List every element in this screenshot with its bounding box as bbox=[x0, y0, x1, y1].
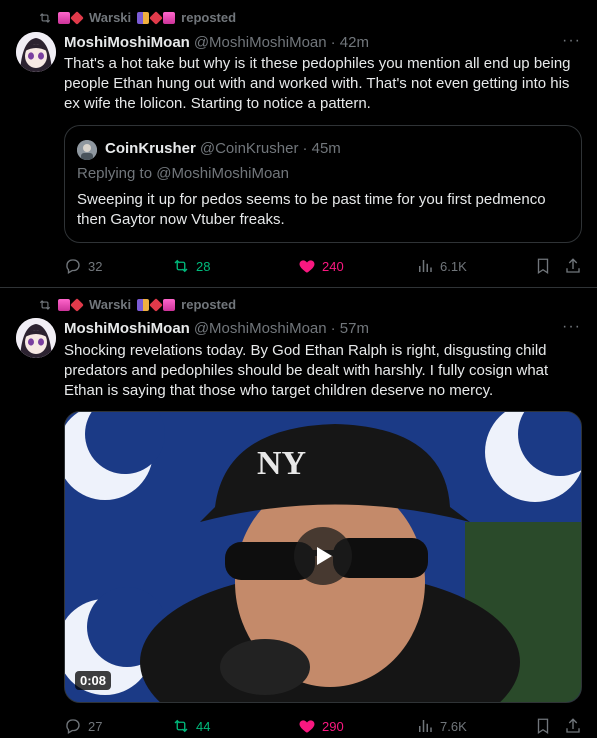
quoted-header: CoinKrusher @CoinKrusher · 45m bbox=[105, 140, 341, 157]
play-icon bbox=[317, 547, 332, 565]
bookmark-button[interactable] bbox=[534, 717, 552, 735]
bookmark-icon bbox=[537, 718, 549, 735]
repost-emoji-prefix bbox=[58, 10, 84, 25]
like-button[interactable]: 290 bbox=[298, 717, 344, 735]
like-count: 240 bbox=[322, 258, 344, 274]
share-button[interactable] bbox=[564, 257, 582, 275]
timestamp[interactable]: · 57m bbox=[331, 320, 369, 337]
reply-button[interactable]: 27 bbox=[64, 717, 102, 735]
retweet-icon bbox=[174, 719, 188, 733]
retweet-icon bbox=[174, 259, 188, 273]
reply-button[interactable]: 32 bbox=[64, 257, 102, 275]
avatar[interactable] bbox=[16, 32, 56, 72]
repost-emoji-suffix bbox=[137, 297, 176, 312]
bookmark-icon bbox=[537, 258, 549, 275]
avatar[interactable] bbox=[16, 318, 56, 358]
repost-name[interactable]: Warski bbox=[89, 297, 131, 312]
quoted-tweet[interactable]: CoinKrusher @CoinKrusher · 45m Replying … bbox=[64, 125, 582, 243]
bookmark-button[interactable] bbox=[534, 257, 552, 275]
repost-suffix: reposted bbox=[181, 10, 237, 25]
video-duration: 0:08 bbox=[75, 671, 112, 690]
tweet-header: MoshiMoshiMoan @MoshiMoshiMoan · 57m bbox=[64, 320, 369, 337]
timestamp[interactable]: · 42m bbox=[331, 34, 369, 51]
author-name[interactable]: MoshiMoshiMoan bbox=[64, 34, 190, 51]
quoted-author-name[interactable]: CoinKrusher bbox=[105, 140, 196, 157]
like-button[interactable]: 240 bbox=[298, 257, 344, 275]
repost-icon bbox=[39, 299, 51, 310]
repost-name[interactable]: Warski bbox=[89, 10, 131, 25]
timeline: Warski reposted MoshiMoshiMoan @MoshiMos… bbox=[0, 0, 597, 738]
cap-logo: NY bbox=[257, 445, 306, 482]
repost-emoji-prefix bbox=[58, 297, 84, 312]
anime-avatar-icon bbox=[16, 32, 56, 72]
author-handle[interactable]: @MoshiMoshiMoan bbox=[194, 34, 327, 51]
share-icon bbox=[566, 258, 580, 273]
profile-photo-icon bbox=[77, 140, 97, 160]
more-icon[interactable]: ··· bbox=[562, 32, 581, 50]
views-button[interactable]: 7.6K bbox=[416, 717, 467, 735]
author-handle[interactable]: @MoshiMoshiMoan bbox=[194, 320, 327, 337]
views-count: 7.6K bbox=[440, 718, 467, 734]
retweet-button[interactable]: 44 bbox=[172, 717, 210, 735]
action-bar: 27 44 290 7.6K bbox=[64, 717, 584, 737]
retweet-button[interactable]: 28 bbox=[172, 257, 210, 275]
tweet[interactable]: Warski reposted MoshiMoshiMoan @MoshiMos… bbox=[0, 0, 597, 288]
video-player[interactable]: NY 0:08 bbox=[64, 411, 582, 703]
repost-icon bbox=[39, 12, 51, 23]
replying-to: Replying to @MoshiMoshiMoan bbox=[77, 165, 289, 182]
views-button[interactable]: 6.1K bbox=[416, 257, 467, 275]
views-count: 6.1K bbox=[440, 258, 467, 274]
tweet-header: MoshiMoshiMoan @MoshiMoshiMoan · 42m bbox=[64, 34, 369, 51]
retweet-count: 28 bbox=[196, 258, 211, 274]
tweet[interactable]: Warski reposted MoshiMoshiMoan @MoshiMos… bbox=[0, 288, 597, 738]
quoted-text: Sweeping it up for pedos seems to be pas… bbox=[77, 191, 546, 228]
heart-icon bbox=[299, 720, 315, 733]
author-name[interactable]: MoshiMoshiMoan bbox=[64, 320, 190, 337]
views-icon bbox=[419, 260, 432, 272]
tweet-text: Shocking revelations today. By God Ethan… bbox=[64, 342, 549, 399]
more-icon[interactable]: ··· bbox=[562, 318, 581, 336]
share-icon bbox=[566, 718, 580, 733]
repost-suffix: reposted bbox=[181, 297, 237, 312]
quoted-timestamp[interactable]: · 45m bbox=[302, 140, 340, 157]
like-count: 290 bbox=[322, 718, 344, 734]
play-button[interactable] bbox=[294, 527, 352, 585]
reply-icon bbox=[66, 259, 80, 274]
reply-icon bbox=[66, 719, 80, 734]
share-button[interactable] bbox=[564, 717, 582, 735]
views-icon bbox=[419, 720, 432, 732]
repost-emoji-suffix bbox=[137, 10, 176, 25]
retweet-count: 44 bbox=[196, 718, 211, 734]
reply-count: 32 bbox=[88, 258, 103, 274]
quoted-author-handle[interactable]: @CoinKrusher bbox=[200, 140, 299, 157]
repost-context[interactable]: Warski reposted bbox=[38, 10, 236, 25]
quoted-avatar bbox=[77, 140, 97, 160]
reply-count: 27 bbox=[88, 718, 103, 734]
tweet-text: That's a hot take but why is it these pe… bbox=[64, 55, 571, 112]
action-bar: 32 28 240 6.1K bbox=[64, 257, 584, 277]
anime-avatar-icon bbox=[16, 318, 56, 358]
heart-icon bbox=[299, 260, 315, 273]
repost-context[interactable]: Warski reposted bbox=[38, 297, 236, 312]
